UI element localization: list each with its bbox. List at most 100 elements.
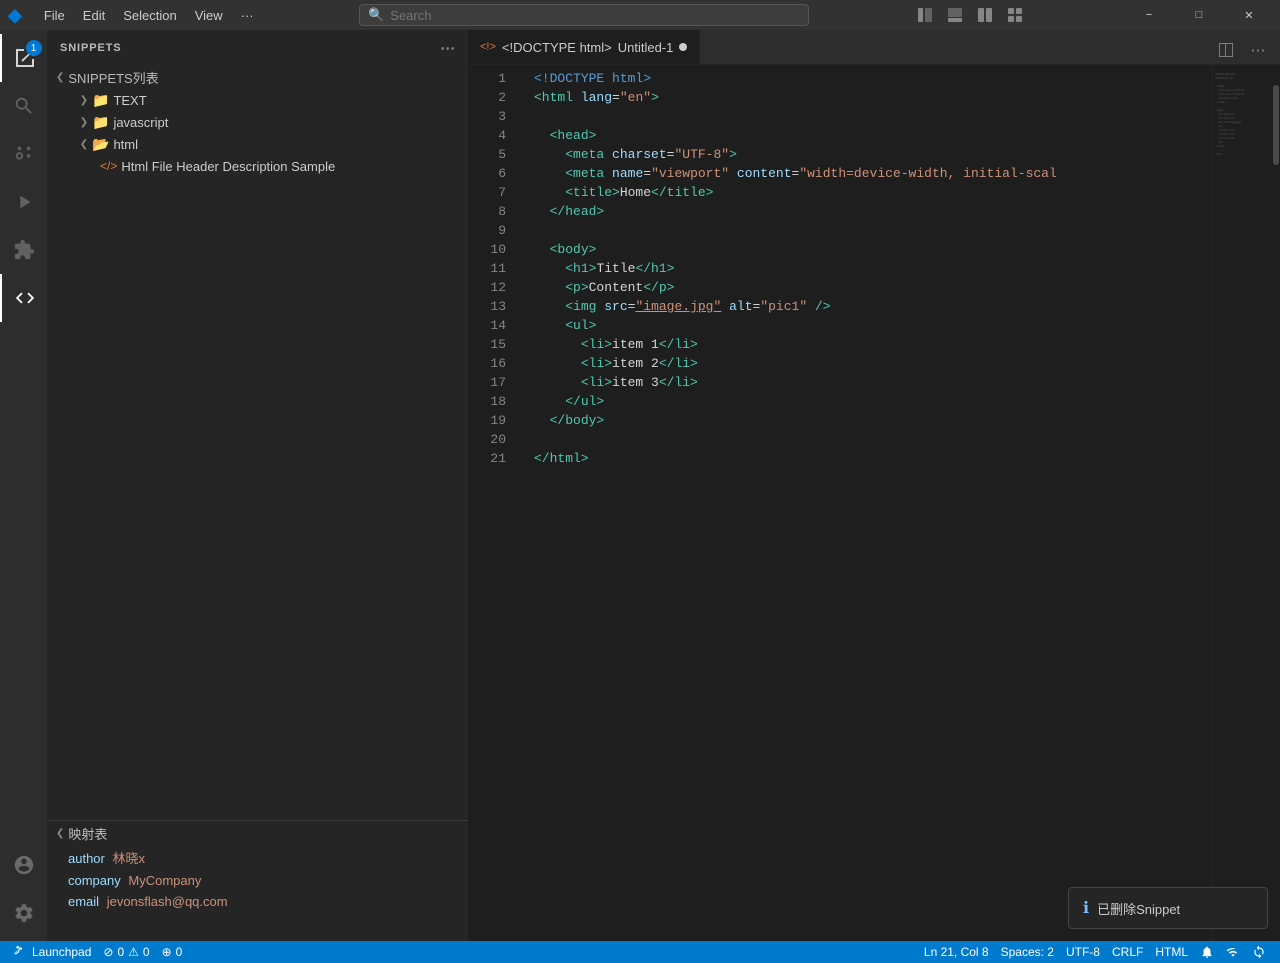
- mapping-email: email jevonsflash@qq.com: [48, 891, 468, 912]
- search-input[interactable]: [390, 8, 800, 23]
- chevron-down-icon: ❮: [76, 136, 92, 152]
- activity-bar: 1: [0, 30, 48, 941]
- menu-file[interactable]: File: [36, 6, 73, 25]
- tree-item-html-sample-label: Html File Header Description Sample: [121, 159, 335, 174]
- warning-icon: ⚠: [128, 945, 139, 959]
- mapping-author: author 林晓x: [48, 845, 468, 870]
- tree-item-text-label: TEXT: [113, 93, 146, 108]
- activity-settings[interactable]: [0, 889, 48, 937]
- activity-explorer[interactable]: 1: [0, 34, 48, 82]
- cursor-position-text: Ln 21, Col 8: [924, 945, 989, 959]
- vscode-logo-icon: ◆: [8, 5, 22, 26]
- sidebar-title: SNIPPETS ⋯: [48, 30, 468, 65]
- scrollbar-thumb: [1273, 85, 1279, 165]
- snippets-list-label: SNIPPETS列表: [68, 68, 158, 87]
- sidebar-top: SNIPPETS ⋯ ❮ SNIPPETS列表 ❯ 📁 TEXT ❯: [48, 30, 468, 821]
- sidebar-actions: ⋯: [440, 39, 456, 57]
- status-encoding[interactable]: UTF-8: [1060, 941, 1106, 963]
- status-cursor[interactable]: Ln 21, Col 8: [918, 941, 995, 963]
- folder-icon: 📁: [92, 114, 109, 131]
- search-box[interactable]: 🔍: [359, 4, 809, 26]
- status-right: Ln 21, Col 8 Spaces: 2 UTF-8 CRLF HTML: [918, 941, 1272, 963]
- tree-item-html-label: html: [113, 137, 138, 152]
- folder-open-icon: 📂: [92, 136, 109, 153]
- sidebar-more-icon[interactable]: ⋯: [440, 39, 456, 57]
- tab-actions: ⋯: [1204, 36, 1280, 64]
- tab-html-icon: <!>: [480, 41, 496, 53]
- notification-toast: ℹ 已删除Snippet: [1068, 887, 1268, 929]
- vertical-scrollbar[interactable]: [1272, 65, 1280, 941]
- explorer-badge: 1: [26, 40, 42, 56]
- mapping-email-value: jevonsflash@qq.com: [107, 894, 228, 909]
- snippets-list-header[interactable]: ❮ SNIPPETS列表: [48, 65, 468, 89]
- chevron-right-icon: ❯: [76, 92, 92, 108]
- activity-search[interactable]: [0, 82, 48, 130]
- status-language[interactable]: HTML: [1149, 941, 1194, 963]
- activity-extensions[interactable]: [0, 226, 48, 274]
- panel-toggle-icon[interactable]: [941, 4, 969, 26]
- mapping-author-value: 林晓x: [113, 851, 146, 866]
- status-notifications[interactable]: [1194, 941, 1220, 963]
- tab-bar: <!> <!DOCTYPE html> Untitled-1 ⋯: [468, 30, 1280, 65]
- status-bar: Launchpad ⊘ 0 ⚠ 0 ⊕ 0 Ln 21, Col 8 Space…: [0, 941, 1280, 963]
- tree-item-javascript[interactable]: ❯ 📁 javascript: [48, 111, 468, 133]
- split-editor-button[interactable]: [1212, 36, 1240, 64]
- wifi-count: 0: [176, 945, 183, 959]
- activity-snippets[interactable]: [0, 274, 48, 322]
- menu-more[interactable]: ···: [233, 6, 262, 25]
- status-line-ending[interactable]: CRLF: [1106, 941, 1149, 963]
- minimap-content: <!DOCTYPE html> <html lang="en"> <head> …: [1213, 65, 1272, 165]
- search-icon: 🔍: [368, 7, 384, 23]
- line-ending-text: CRLF: [1112, 945, 1143, 959]
- layout-icons: [911, 4, 1029, 26]
- tree-item-html[interactable]: ❮ 📂 html: [48, 133, 468, 155]
- menu-selection[interactable]: Selection: [115, 6, 184, 25]
- mapping-company-value: MyCompany: [128, 873, 201, 888]
- minimap: <!DOCTYPE html> <html lang="en"> <head> …: [1212, 65, 1272, 941]
- status-broadcast[interactable]: [1220, 941, 1246, 963]
- tree-item-javascript-label: javascript: [113, 115, 168, 130]
- main-area: 1 SNIPPETS: [0, 30, 1280, 941]
- activity-source-control[interactable]: [0, 130, 48, 178]
- status-branch-text: Launchpad: [32, 945, 91, 959]
- wifi-icon: ⊕: [162, 945, 172, 959]
- close-button[interactable]: ✕: [1226, 4, 1272, 26]
- status-sync[interactable]: [1246, 941, 1272, 963]
- error-count: 0: [117, 945, 124, 959]
- mapping-email-key: email: [68, 894, 99, 909]
- sidebar-title-text: SNIPPETS: [60, 42, 121, 54]
- activity-run[interactable]: [0, 178, 48, 226]
- editor-tab-untitled[interactable]: <!> <!DOCTYPE html> Untitled-1: [468, 30, 700, 64]
- more-actions-button[interactable]: ⋯: [1244, 36, 1272, 64]
- editor-content[interactable]: 12345 678910 1112131415 1617181920 21 <!…: [468, 65, 1280, 941]
- menu-edit[interactable]: Edit: [75, 6, 113, 25]
- activity-account[interactable]: [0, 841, 48, 889]
- html-file-icon: </>: [100, 159, 117, 173]
- grid-layout-icon[interactable]: [1001, 4, 1029, 26]
- menu-view[interactable]: View: [187, 6, 231, 25]
- status-spaces[interactable]: Spaces: 2: [995, 941, 1060, 963]
- tree-item-text[interactable]: ❯ 📁 TEXT: [48, 89, 468, 111]
- status-errors[interactable]: ⊘ 0 ⚠ 0: [97, 941, 155, 963]
- code-editor[interactable]: <!DOCTYPE html> <html lang="en"> <head> …: [518, 65, 1212, 941]
- tab-filename: Untitled-1: [618, 40, 674, 55]
- activity-bottom: [0, 841, 48, 937]
- mapping-section-label: 映射表: [68, 824, 107, 843]
- chevron-down-icon: ❮: [56, 72, 64, 83]
- maximize-button[interactable]: □: [1176, 4, 1222, 26]
- warning-count: 0: [143, 945, 150, 959]
- line-numbers: 12345 678910 1112131415 1617181920 21: [468, 65, 518, 941]
- status-wifi[interactable]: ⊕ 0: [156, 941, 189, 963]
- chevron-right-icon: ❯: [76, 114, 92, 130]
- mapping-company-key: company: [68, 873, 121, 888]
- minimize-button[interactable]: −: [1126, 4, 1172, 26]
- sidebar-toggle-icon[interactable]: [911, 4, 939, 26]
- mapping-company: company MyCompany: [48, 870, 468, 891]
- status-git-branch[interactable]: Launchpad: [8, 941, 97, 963]
- notification-text: 已删除Snippet: [1097, 899, 1180, 918]
- mapping-section-header[interactable]: ❮ 映射表: [48, 821, 468, 845]
- info-icon: ℹ: [1083, 898, 1089, 918]
- tree-item-html-sample[interactable]: </> Html File Header Description Sample: [48, 155, 468, 177]
- split-editor-icon[interactable]: [971, 4, 999, 26]
- folder-icon: 📁: [92, 92, 109, 109]
